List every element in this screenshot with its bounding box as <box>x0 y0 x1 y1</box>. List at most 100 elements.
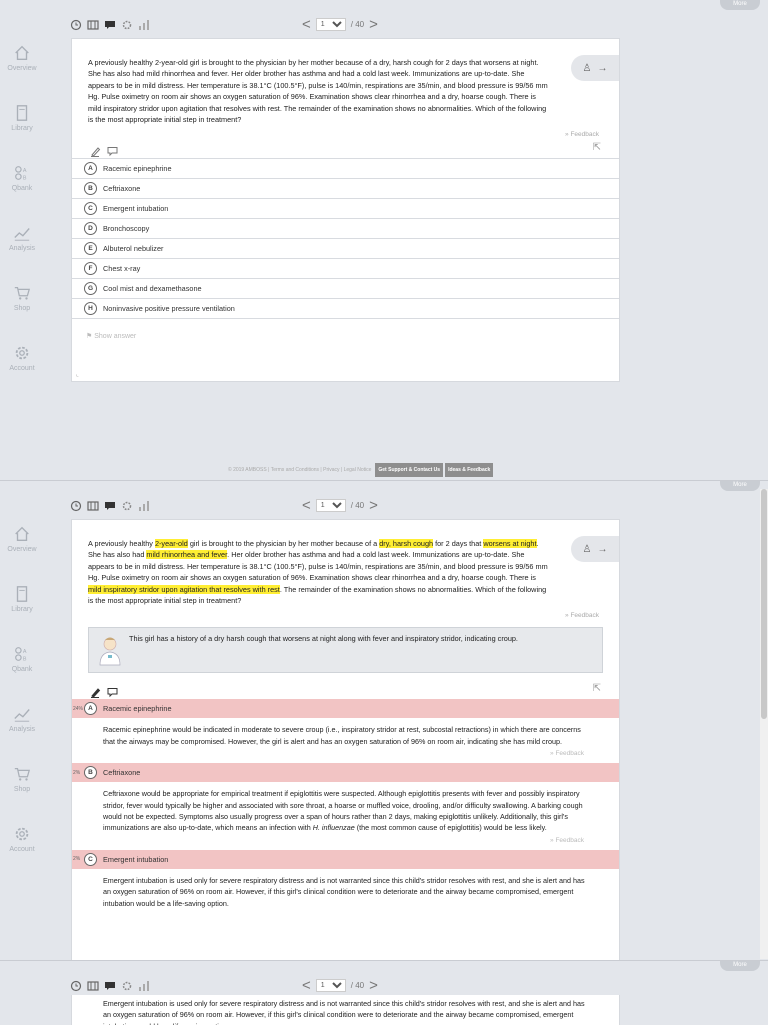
lab-values-icon[interactable] <box>87 18 99 30</box>
answer-explanation-a: 24% A Racemic epinephrine Racemic epinep… <box>72 699 619 757</box>
question-number-select[interactable]: 1 <box>315 499 346 512</box>
sidebar-item-label: Overview <box>7 546 37 553</box>
sidebar-item-analysis[interactable]: Analysis <box>0 705 44 761</box>
option-letter: F <box>84 262 97 276</box>
answer-text: Racemic epinephrine <box>103 704 172 714</box>
stats-icon[interactable] <box>138 18 150 30</box>
answer-option[interactable]: D Bronchoscopy <box>72 218 619 238</box>
answer-explanation-c: 2% C Emergent intubation Emergent intuba… <box>72 849 619 909</box>
option-letter: A <box>84 702 97 716</box>
nav-pill[interactable]: ♙ → <box>571 55 619 81</box>
sidebar-item-shop[interactable]: Shop <box>0 765 44 821</box>
stats-icon[interactable] <box>138 979 150 991</box>
sidebar-item-library[interactable]: Library <box>0 585 44 641</box>
question-toolbar: < 1 / 40 > <box>70 978 630 995</box>
answer-option[interactable]: E Albuterol nebulizer <box>72 238 619 258</box>
scrollbar-thumb[interactable] <box>761 489 767 719</box>
lab-values-icon[interactable] <box>87 979 99 991</box>
answer-header[interactable]: 24% A Racemic epinephrine <box>72 699 619 719</box>
footer: © 2019 AMBOSS | Terms and Conditions | P… <box>228 463 494 477</box>
pagination: < 1 / 40 > <box>302 978 378 993</box>
option-letter: G <box>84 282 97 296</box>
ideas-feedback-button[interactable]: Ideas & Feedback <box>445 463 494 477</box>
question-text-segment: worsens at night <box>483 58 537 67</box>
answer-header[interactable]: 2% C Emergent intubation <box>72 849 619 869</box>
sidebar-item-label: Library <box>11 606 33 613</box>
sidebar-item-shop[interactable]: Shop <box>0 284 44 340</box>
clock-icon[interactable] <box>70 979 82 992</box>
answer-header[interactable]: 2% B Ceftriaxone <box>72 763 619 783</box>
sidebar-item-label: Account <box>9 365 35 372</box>
sidebar-item-analysis[interactable]: Analysis <box>0 224 44 280</box>
settings-icon[interactable] <box>121 18 133 30</box>
answer-option[interactable]: G Cool mist and dexamethasone <box>72 278 619 298</box>
option-letter: A <box>84 162 97 176</box>
answer-option[interactable]: C Emergent intubation <box>72 198 619 218</box>
sidebar-item-qbank[interactable]: AB Qbank <box>0 164 44 220</box>
clock-icon[interactable] <box>70 18 82 31</box>
resize-handle[interactable]: ⌞ <box>76 371 79 378</box>
feedback-link[interactable]: » Feedback <box>72 131 619 138</box>
question-text-segment: girl is brought to the physician by her … <box>187 58 380 67</box>
answer-text: Emergent intubation <box>103 854 169 864</box>
option-text: Ceftriaxone <box>103 184 141 194</box>
sidebar-item-account[interactable]: Account <box>0 825 44 881</box>
scrollbar[interactable] <box>760 489 768 959</box>
previous-question-button[interactable]: < <box>302 17 311 32</box>
next-question-button[interactable]: > <box>369 17 378 32</box>
comment-icon[interactable] <box>104 18 116 30</box>
show-answer-label: Show answer <box>94 333 137 341</box>
next-question-button[interactable]: > <box>369 978 378 993</box>
question-number-select[interactable]: 1 <box>315 18 346 31</box>
answer-explanation-text: Emergent intubation is used only for sev… <box>103 875 585 908</box>
show-answer-button[interactable]: ⚑ Show answer <box>72 319 619 340</box>
question-toolbar: < 1 / 40 > <box>70 498 630 515</box>
comment-icon[interactable] <box>104 979 116 991</box>
doctor-icon: ♙ <box>582 62 592 74</box>
sidebar-item-account[interactable]: Account <box>0 344 44 400</box>
comment-icon[interactable] <box>104 499 116 511</box>
qbank-icon: AB <box>15 647 27 662</box>
answer-option[interactable]: A Racemic epinephrine <box>72 158 619 178</box>
more-button[interactable]: More <box>720 961 760 971</box>
answer-percentage: 2% <box>73 769 81 776</box>
feedback-link[interactable]: » Feedback <box>72 750 619 757</box>
svg-text:B: B <box>23 656 27 662</box>
option-text: Racemic epinephrine <box>103 164 172 174</box>
sidebar-item-qbank[interactable]: AB Qbank <box>0 645 44 701</box>
svg-text:A: A <box>23 649 27 655</box>
answer-option[interactable]: B Ceftriaxone <box>72 178 619 198</box>
annotation-tools: ⇱ <box>72 679 619 699</box>
more-button[interactable]: More <box>720 481 760 491</box>
question-total: / 40 <box>350 20 365 29</box>
pin-icon[interactable]: ⇱ <box>593 142 601 153</box>
more-button[interactable]: More <box>720 0 760 10</box>
answer-explanation-text: Racemic epinephrine would be indicated i… <box>103 725 581 746</box>
question-text-segment: mild inspiratory stridor upon agitation … <box>88 103 280 113</box>
lab-values-icon[interactable] <box>87 499 99 511</box>
sidebar-item-overview[interactable]: Overview <box>0 44 44 100</box>
question-text-segment: for 2 days that <box>433 539 484 548</box>
pin-icon[interactable]: ⇱ <box>593 683 601 694</box>
support-button[interactable]: Get Support & Contact Us <box>375 463 444 477</box>
previous-question-button[interactable]: < <box>302 978 311 993</box>
feedback-link[interactable]: » Feedback <box>72 612 619 619</box>
next-question-button[interactable]: > <box>369 498 378 513</box>
answer-text: Ceftriaxone <box>103 768 141 778</box>
nav-pill[interactable]: ♙ → <box>571 536 619 562</box>
settings-icon[interactable] <box>121 979 133 991</box>
settings-icon[interactable] <box>121 499 133 511</box>
sidebar-item-library[interactable]: Library <box>0 104 44 160</box>
sidebar-item-overview[interactable]: Overview <box>0 525 44 581</box>
option-text: Emergent intubation <box>103 204 169 214</box>
stats-icon[interactable] <box>138 499 150 511</box>
answer-option[interactable]: H Noninvasive positive pressure ventilati… <box>72 298 619 320</box>
question-number-select[interactable]: 1 <box>315 979 346 992</box>
question-text-segment: mild rhinorrhea and fever <box>146 69 228 79</box>
feedback-link[interactable]: » Feedback <box>72 837 619 844</box>
answer-option[interactable]: F Chest x-ray <box>72 258 619 278</box>
gear-icon <box>15 827 29 841</box>
sidebar-item-label: Qbank <box>11 666 33 673</box>
clock-icon[interactable] <box>70 499 82 512</box>
previous-question-button[interactable]: < <box>302 498 311 513</box>
